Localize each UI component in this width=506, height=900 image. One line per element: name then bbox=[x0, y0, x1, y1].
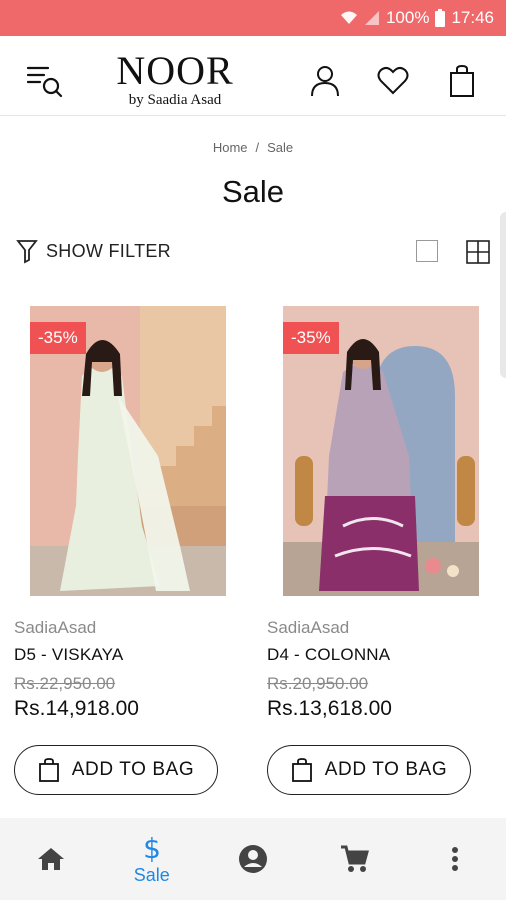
shopping-bag-icon[interactable] bbox=[446, 64, 480, 98]
wifi-icon bbox=[340, 10, 358, 26]
menu-search-icon[interactable] bbox=[26, 62, 66, 102]
home-icon bbox=[37, 848, 64, 870]
status-bar: 100% 17:46 bbox=[0, 0, 506, 36]
cart-icon bbox=[341, 845, 370, 872]
nav-cart[interactable] bbox=[314, 824, 394, 894]
nav-sale[interactable]: $ Sale bbox=[112, 824, 192, 894]
nav-home[interactable] bbox=[11, 824, 91, 894]
clock: 17:46 bbox=[451, 8, 494, 27]
scroll-indicator[interactable] bbox=[500, 212, 506, 378]
add-to-bag-button[interactable]: ADD TO BAG bbox=[267, 745, 471, 795]
bag-icon bbox=[291, 758, 312, 782]
svg-text:$: $ bbox=[143, 833, 161, 863]
dollar-icon: $ bbox=[143, 833, 161, 863]
account-icon bbox=[238, 845, 267, 873]
nav-sale-label: Sale bbox=[133, 864, 170, 885]
add-to-bag-label: ADD TO BAG bbox=[324, 759, 448, 780]
add-to-bag-label: ADD TO BAG bbox=[71, 759, 195, 780]
signal-icon bbox=[364, 10, 380, 26]
breadcrumb-separator: / bbox=[255, 140, 260, 155]
product-vendor: SadiaAsad bbox=[267, 618, 350, 637]
brand-name: NOOR bbox=[116, 48, 234, 93]
product-card[interactable]: -35% SadiaAsad D4 - COLONNA Rs.20,950.00… bbox=[267, 306, 479, 795]
wishlist-heart-icon[interactable] bbox=[376, 64, 410, 98]
bag-icon bbox=[38, 758, 59, 782]
show-filter-label: SHOW FILTER bbox=[46, 240, 171, 261]
grid-view-icon[interactable] bbox=[466, 240, 490, 264]
page-title: Sale bbox=[221, 174, 285, 209]
product-image[interactable]: -35% bbox=[30, 306, 226, 596]
nav-more[interactable] bbox=[415, 824, 495, 894]
product-image[interactable]: -35% bbox=[283, 306, 479, 596]
product-name[interactable]: D5 - VISKAYA bbox=[14, 645, 219, 665]
product-vendor: SadiaAsad bbox=[14, 618, 97, 637]
product-sale-price: Rs.14,918.00 bbox=[14, 697, 139, 720]
app-header: NOOR by Saadia Asad bbox=[0, 44, 506, 116]
battery-percent: 100% bbox=[385, 8, 430, 27]
breadcrumb: Home / Sale bbox=[0, 140, 506, 155]
brand-logo[interactable]: NOOR by Saadia Asad bbox=[100, 48, 250, 109]
discount-badge: -35% bbox=[283, 322, 339, 354]
product-sale-price: Rs.13,618.00 bbox=[267, 697, 392, 720]
more-vertical-icon bbox=[452, 847, 459, 871]
product-name[interactable]: D4 - COLONNA bbox=[267, 645, 472, 665]
single-column-view-icon[interactable] bbox=[416, 240, 438, 262]
discount-badge: -35% bbox=[30, 322, 86, 354]
brand-subtitle: by Saadia Asad bbox=[128, 92, 222, 108]
product-original-price: Rs.22,950.00 bbox=[14, 674, 116, 693]
bottom-navigation: $ Sale bbox=[0, 818, 506, 900]
breadcrumb-home[interactable]: Home bbox=[213, 140, 248, 155]
nav-account[interactable] bbox=[213, 824, 293, 894]
account-icon[interactable] bbox=[308, 64, 342, 98]
add-to-bag-button[interactable]: ADD TO BAG bbox=[14, 745, 218, 795]
show-filter-button[interactable]: SHOW FILTER bbox=[16, 238, 171, 264]
filter-icon bbox=[16, 240, 38, 264]
product-card[interactable]: -35% SadiaAsad D5 - VISKAYA Rs.22,950.00… bbox=[14, 306, 226, 795]
battery-icon bbox=[435, 9, 446, 27]
product-original-price: Rs.20,950.00 bbox=[267, 674, 369, 693]
breadcrumb-current: Sale bbox=[267, 140, 294, 155]
